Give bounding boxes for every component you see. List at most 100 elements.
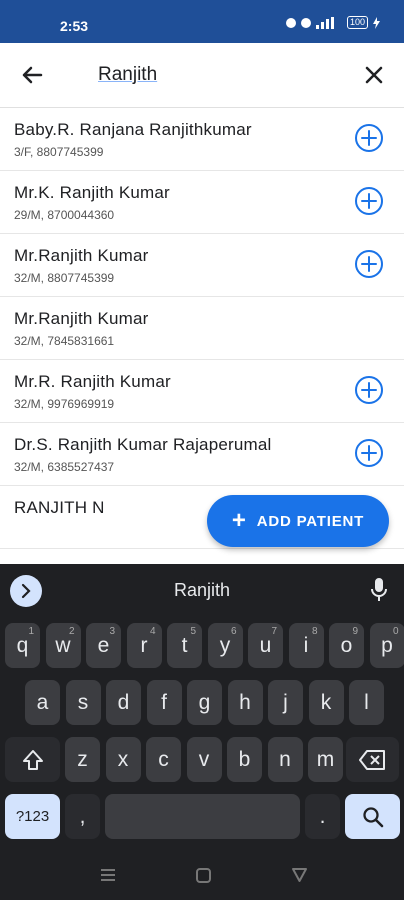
key-z[interactable]: z bbox=[65, 737, 100, 782]
key-a-label: a bbox=[36, 690, 49, 714]
key-a[interactable]: a bbox=[25, 680, 60, 725]
key-u[interactable]: u7 bbox=[248, 623, 283, 668]
suggestion-strip: Ranjith bbox=[0, 564, 404, 616]
patient-details: 32/M, 8807745399 bbox=[14, 271, 115, 285]
key-y[interactable]: y6 bbox=[207, 623, 243, 668]
key-w[interactable]: w2 bbox=[45, 623, 81, 668]
key-s-label: s bbox=[77, 690, 89, 714]
patient-row[interactable]: Dr.S. Ranjith Kumar Rajaperumal 32/M, 638… bbox=[0, 423, 404, 486]
key-r-hint: 4 bbox=[149, 626, 156, 637]
microphone-icon[interactable] bbox=[368, 576, 390, 604]
key-q-label: q bbox=[16, 633, 29, 657]
comma-key[interactable]: , bbox=[65, 794, 100, 839]
key-o-label: o bbox=[340, 633, 353, 657]
status-time: 2:53 bbox=[60, 18, 89, 34]
settings-icon bbox=[300, 17, 311, 28]
key-e[interactable]: e3 bbox=[86, 623, 121, 668]
patient-row[interactable]: Baby.R. Ranjana Ranjithkumar 3/F, 8807745… bbox=[0, 108, 404, 171]
key-w-label: w bbox=[55, 633, 71, 657]
key-j[interactable]: j bbox=[268, 680, 303, 725]
status-bar: 2:53 100 bbox=[0, 0, 404, 43]
close-icon[interactable] bbox=[358, 59, 390, 91]
key-c[interactable]: c bbox=[146, 737, 181, 782]
shift-icon bbox=[22, 749, 43, 770]
home-icon[interactable] bbox=[196, 868, 211, 883]
key-x[interactable]: x bbox=[105, 737, 141, 782]
key-t-label: t bbox=[181, 633, 188, 657]
key-e-hint: 3 bbox=[109, 626, 115, 637]
key-n[interactable]: n bbox=[267, 737, 303, 782]
search-key[interactable] bbox=[345, 794, 400, 839]
key-t-hint: 5 bbox=[190, 626, 196, 637]
patient-details: 29/M, 8700044360 bbox=[14, 208, 115, 222]
key-u-label: u bbox=[259, 633, 272, 657]
key-i-hint: 8 bbox=[311, 626, 318, 637]
patient-row[interactable]: RANJITHA R bbox=[0, 549, 404, 564]
alarm-icon bbox=[285, 17, 296, 28]
back-icon[interactable] bbox=[292, 868, 307, 882]
key-d[interactable]: d bbox=[106, 680, 141, 725]
key-o[interactable]: o9 bbox=[329, 623, 364, 668]
charging-icon bbox=[373, 16, 380, 29]
symbols-key[interactable]: ?123 bbox=[5, 794, 60, 839]
key-j-label: j bbox=[283, 690, 288, 714]
patient-name: Dr.S. Ranjith Kumar Rajaperumal bbox=[14, 435, 272, 454]
add-circle-icon[interactable] bbox=[354, 375, 384, 405]
status-icons: 100 bbox=[285, 16, 380, 29]
shift-key[interactable] bbox=[5, 737, 60, 782]
key-t[interactable]: t5 bbox=[167, 623, 202, 668]
patient-name: Mr.Ranjith Kumar bbox=[14, 246, 149, 265]
add-circle-icon[interactable] bbox=[354, 123, 384, 153]
add-patient-button[interactable]: + ADD PATIENT bbox=[207, 495, 389, 547]
patient-name: Mr.K. Ranjith Kumar bbox=[14, 183, 170, 202]
key-p-label: p bbox=[381, 633, 393, 657]
backspace-key[interactable] bbox=[346, 737, 399, 782]
key-q[interactable]: q1 bbox=[5, 623, 40, 668]
back-arrow-icon[interactable] bbox=[16, 59, 48, 91]
key-m-label: m bbox=[316, 747, 335, 771]
key-k-label: k bbox=[320, 690, 332, 714]
add-patient-label: ADD PATIENT bbox=[256, 512, 365, 530]
key-m[interactable]: m bbox=[308, 737, 343, 782]
keyboard: Ranjith q1w2e3r4t5y6u7i8o9p0asdfghjklzxc… bbox=[0, 564, 404, 900]
search-bar bbox=[0, 43, 404, 108]
add-circle-icon[interactable] bbox=[354, 249, 384, 279]
search-input[interactable] bbox=[98, 61, 338, 89]
patient-row[interactable]: Mr.Ranjith Kumar 32/M, 8807745399 bbox=[0, 234, 404, 297]
patient-name: Mr.Ranjith Kumar bbox=[14, 309, 149, 328]
key-l[interactable]: l bbox=[349, 680, 384, 725]
key-l-label: l bbox=[364, 690, 369, 714]
patient-row[interactable]: Mr.K. Ranjith Kumar 29/M, 8700044360 bbox=[0, 171, 404, 234]
patient-row[interactable]: Mr.Ranjith Kumar 32/M, 7845831661 bbox=[0, 297, 404, 360]
key-r[interactable]: r4 bbox=[126, 623, 162, 668]
key-v[interactable]: v bbox=[186, 737, 222, 782]
key-b[interactable]: b bbox=[227, 737, 262, 782]
key-i[interactable]: i8 bbox=[288, 623, 324, 668]
backspace-icon bbox=[358, 749, 385, 770]
key-s[interactable]: s bbox=[65, 680, 101, 725]
key-h[interactable]: h bbox=[227, 680, 263, 725]
patient-row[interactable]: Mr.R. Ranjith Kumar 32/M, 9976969919 bbox=[0, 360, 404, 423]
key-v-label: v bbox=[198, 747, 210, 771]
key-p[interactable]: p0 bbox=[369, 623, 404, 668]
add-circle-icon[interactable] bbox=[354, 438, 384, 468]
period-key[interactable]: . bbox=[305, 794, 340, 839]
patient-details: 3/F, 8807745399 bbox=[14, 145, 104, 159]
key-f[interactable]: f bbox=[146, 680, 182, 725]
key-y-hint: 6 bbox=[230, 626, 237, 637]
patient-name: RANJITH N bbox=[14, 498, 105, 517]
key-z-label: z bbox=[77, 747, 88, 771]
space-key[interactable] bbox=[105, 794, 300, 839]
key-g-label: g bbox=[198, 690, 211, 714]
key-g[interactable]: g bbox=[187, 680, 222, 725]
add-circle-icon[interactable] bbox=[354, 186, 384, 216]
key-d-label: d bbox=[117, 690, 130, 714]
key-n-label: n bbox=[279, 747, 291, 771]
recent-apps-icon[interactable] bbox=[101, 869, 115, 881]
key-x-label: x bbox=[117, 747, 129, 771]
suggestion-word[interactable]: Ranjith bbox=[0, 580, 404, 601]
key-k[interactable]: k bbox=[308, 680, 344, 725]
patient-details: 32/M, 6385527437 bbox=[14, 460, 115, 474]
key-f-label: f bbox=[161, 690, 167, 714]
key-h-label: h bbox=[239, 690, 251, 714]
